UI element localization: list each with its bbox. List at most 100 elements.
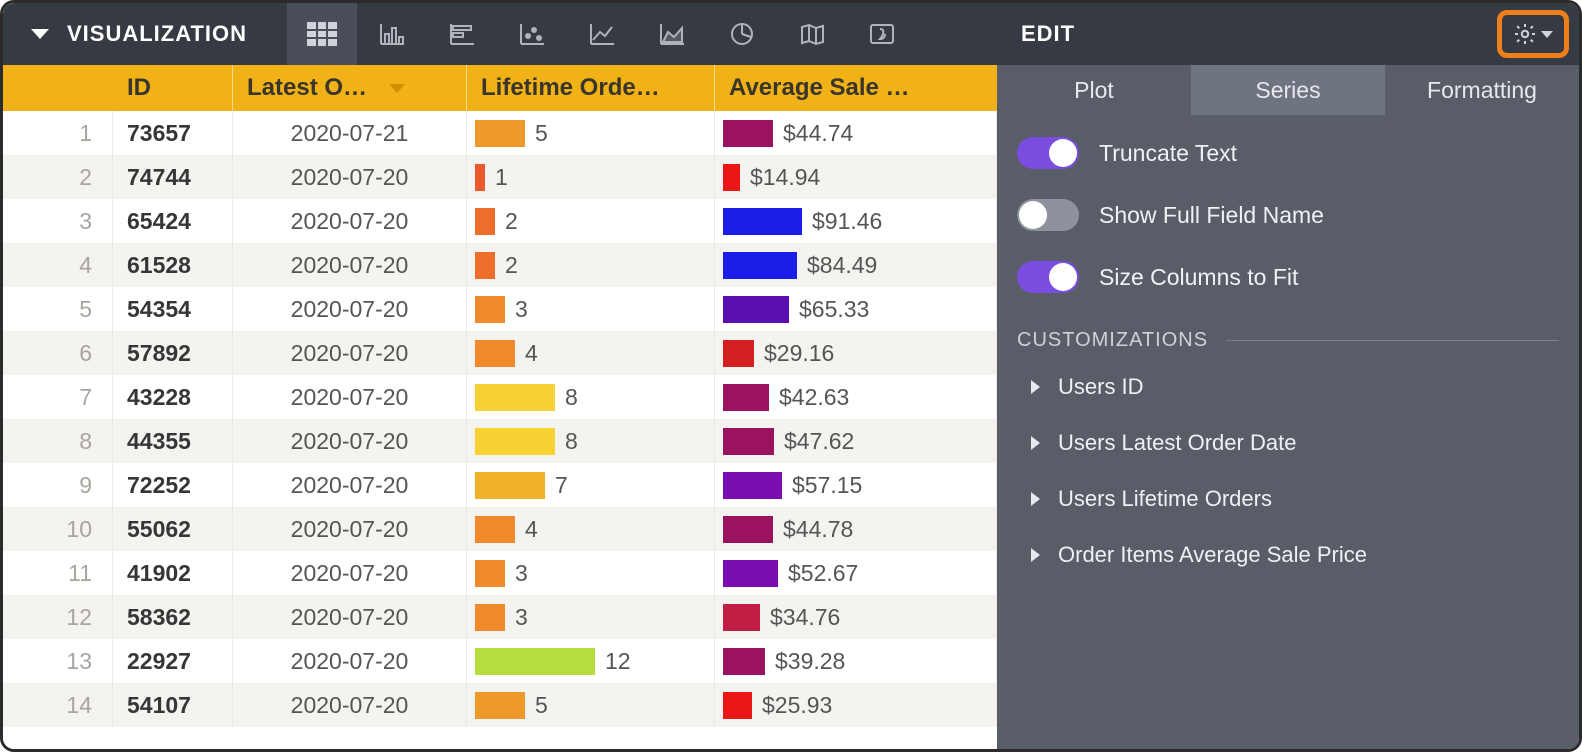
avg-value: $65.33 — [799, 296, 869, 323]
table-row[interactable]: 9722522020-07-207$57.15 — [3, 463, 997, 507]
avg-value: $47.62 — [784, 428, 854, 455]
customizations-heading: CUSTOMIZATIONS — [1017, 329, 1559, 352]
scatter-icon[interactable] — [497, 3, 567, 65]
single-value-icon[interactable] — [847, 3, 917, 65]
area-chart-icon[interactable] — [637, 3, 707, 65]
cell-id: 55062 — [113, 507, 233, 551]
map-icon[interactable] — [777, 3, 847, 65]
cell-date: 2020-07-20 — [233, 155, 467, 199]
column-header-avg[interactable]: Average Sale … — [715, 65, 997, 111]
row-number: 3 — [3, 199, 113, 243]
table-row[interactable]: 10550622020-07-204$44.78 — [3, 507, 997, 551]
table-row[interactable]: 2747442020-07-201$14.94 — [3, 155, 997, 199]
avg-bar — [723, 120, 773, 147]
cell-lifetime-orders: 8 — [467, 419, 715, 463]
cell-lifetime-orders: 3 — [467, 595, 715, 639]
orders-bar — [475, 692, 525, 719]
pie-chart-icon[interactable] — [707, 3, 777, 65]
size-columns-to-fit-toggle-row: Size Columns to Fit — [1017, 261, 1559, 293]
customization-label: Order Items Average Sale Price — [1058, 542, 1367, 568]
orders-bar — [475, 296, 505, 323]
visualization-title: VISUALIZATION — [67, 21, 247, 47]
avg-value: $84.49 — [807, 252, 877, 279]
orders-bar — [475, 472, 545, 499]
row-number: 8 — [3, 419, 113, 463]
customization-label: Users Latest Order Date — [1058, 430, 1296, 456]
avg-value: $52.67 — [788, 560, 858, 587]
orders-value: 7 — [555, 472, 568, 499]
customization-item[interactable]: Users ID — [1031, 374, 1559, 400]
table-row[interactable]: 11419022020-07-203$52.67 — [3, 551, 997, 595]
edit-panel: EDIT PlotSeriesFormatting Truncate TextS… — [997, 3, 1579, 749]
chevron-right-icon — [1031, 548, 1040, 562]
avg-value: $34.76 — [770, 604, 840, 631]
column-header-orders[interactable]: Lifetime Orde… — [467, 65, 715, 111]
gear-icon — [1513, 22, 1537, 46]
orders-bar — [475, 384, 555, 411]
chevron-down-icon — [1541, 31, 1553, 38]
orders-bar — [475, 604, 505, 631]
cell-id: 72252 — [113, 463, 233, 507]
table-body[interactable]: 1736572020-07-215$44.742747442020-07-201… — [3, 111, 997, 749]
cell-lifetime-orders: 3 — [467, 287, 715, 331]
chart-type-icons — [287, 3, 917, 65]
cell-date: 2020-07-20 — [233, 463, 467, 507]
toggle-label: Truncate Text — [1099, 140, 1237, 167]
chevron-right-icon — [1031, 492, 1040, 506]
horizontal-bar-icon[interactable] — [427, 3, 497, 65]
avg-value: $44.74 — [783, 120, 853, 147]
avg-bar — [723, 252, 797, 279]
orders-value: 2 — [505, 252, 518, 279]
table-row[interactable]: 12583622020-07-203$34.76 — [3, 595, 997, 639]
orders-value: 4 — [525, 340, 538, 367]
truncate-text-toggle[interactable] — [1017, 137, 1079, 169]
bar-chart-icon[interactable] — [357, 3, 427, 65]
table-row[interactable]: 8443552020-07-208$47.62 — [3, 419, 997, 463]
cell-date: 2020-07-20 — [233, 375, 467, 419]
customization-item[interactable]: Order Items Average Sale Price — [1031, 542, 1559, 568]
show-full-field-name-toggle[interactable] — [1017, 199, 1079, 231]
column-header-id[interactable]: ID — [113, 65, 233, 111]
orders-value: 2 — [505, 208, 518, 235]
cell-avg-sale: $57.15 — [715, 463, 997, 507]
row-number: 6 — [3, 331, 113, 375]
tab-plot[interactable]: Plot — [997, 65, 1191, 115]
table-row[interactable]: 6578922020-07-204$29.16 — [3, 331, 997, 375]
orders-bar — [475, 164, 485, 191]
cell-lifetime-orders: 5 — [467, 111, 715, 155]
table-icon[interactable] — [287, 3, 357, 65]
column-header-date[interactable]: Latest O… — [233, 65, 467, 111]
tab-series[interactable]: Series — [1191, 65, 1385, 115]
orders-bar — [475, 560, 505, 587]
cell-lifetime-orders: 7 — [467, 463, 715, 507]
avg-bar — [723, 604, 760, 631]
customization-item[interactable]: Users Latest Order Date — [1031, 430, 1559, 456]
cell-lifetime-orders: 5 — [467, 683, 715, 727]
cell-avg-sale: $65.33 — [715, 287, 997, 331]
table-row[interactable]: 7432282020-07-208$42.63 — [3, 375, 997, 419]
cell-avg-sale: $44.78 — [715, 507, 997, 551]
show-full-field-name-toggle-row: Show Full Field Name — [1017, 199, 1559, 231]
orders-value: 12 — [605, 648, 631, 675]
table-row[interactable]: 3654242020-07-202$91.46 — [3, 199, 997, 243]
tab-formatting[interactable]: Formatting — [1385, 65, 1579, 115]
cell-avg-sale: $39.28 — [715, 639, 997, 683]
visualization-toolbar: VISUALIZATION — [3, 3, 997, 65]
app-frame: VISUALIZATION ID Latest O… Lifetime Orde… — [0, 0, 1582, 752]
settings-button[interactable] — [1497, 10, 1569, 58]
table-row[interactable]: 1736572020-07-215$44.74 — [3, 111, 997, 155]
table-row[interactable]: 4615282020-07-202$84.49 — [3, 243, 997, 287]
table-row[interactable]: 14541072020-07-205$25.93 — [3, 683, 997, 727]
cell-date: 2020-07-20 — [233, 595, 467, 639]
table-row[interactable]: 5543542020-07-203$65.33 — [3, 287, 997, 331]
customization-item[interactable]: Users Lifetime Orders — [1031, 486, 1559, 512]
avg-bar — [723, 648, 765, 675]
size-columns-to-fit-toggle[interactable] — [1017, 261, 1079, 293]
row-number: 2 — [3, 155, 113, 199]
customizations-section: CUSTOMIZATIONS Users ID Users Latest Orde… — [997, 305, 1579, 568]
table-row[interactable]: 13229272020-07-2012$39.28 — [3, 639, 997, 683]
line-chart-icon[interactable] — [567, 3, 637, 65]
cell-avg-sale: $25.93 — [715, 683, 997, 727]
orders-value: 3 — [515, 560, 528, 587]
visualization-title-toggle[interactable]: VISUALIZATION — [3, 21, 275, 47]
